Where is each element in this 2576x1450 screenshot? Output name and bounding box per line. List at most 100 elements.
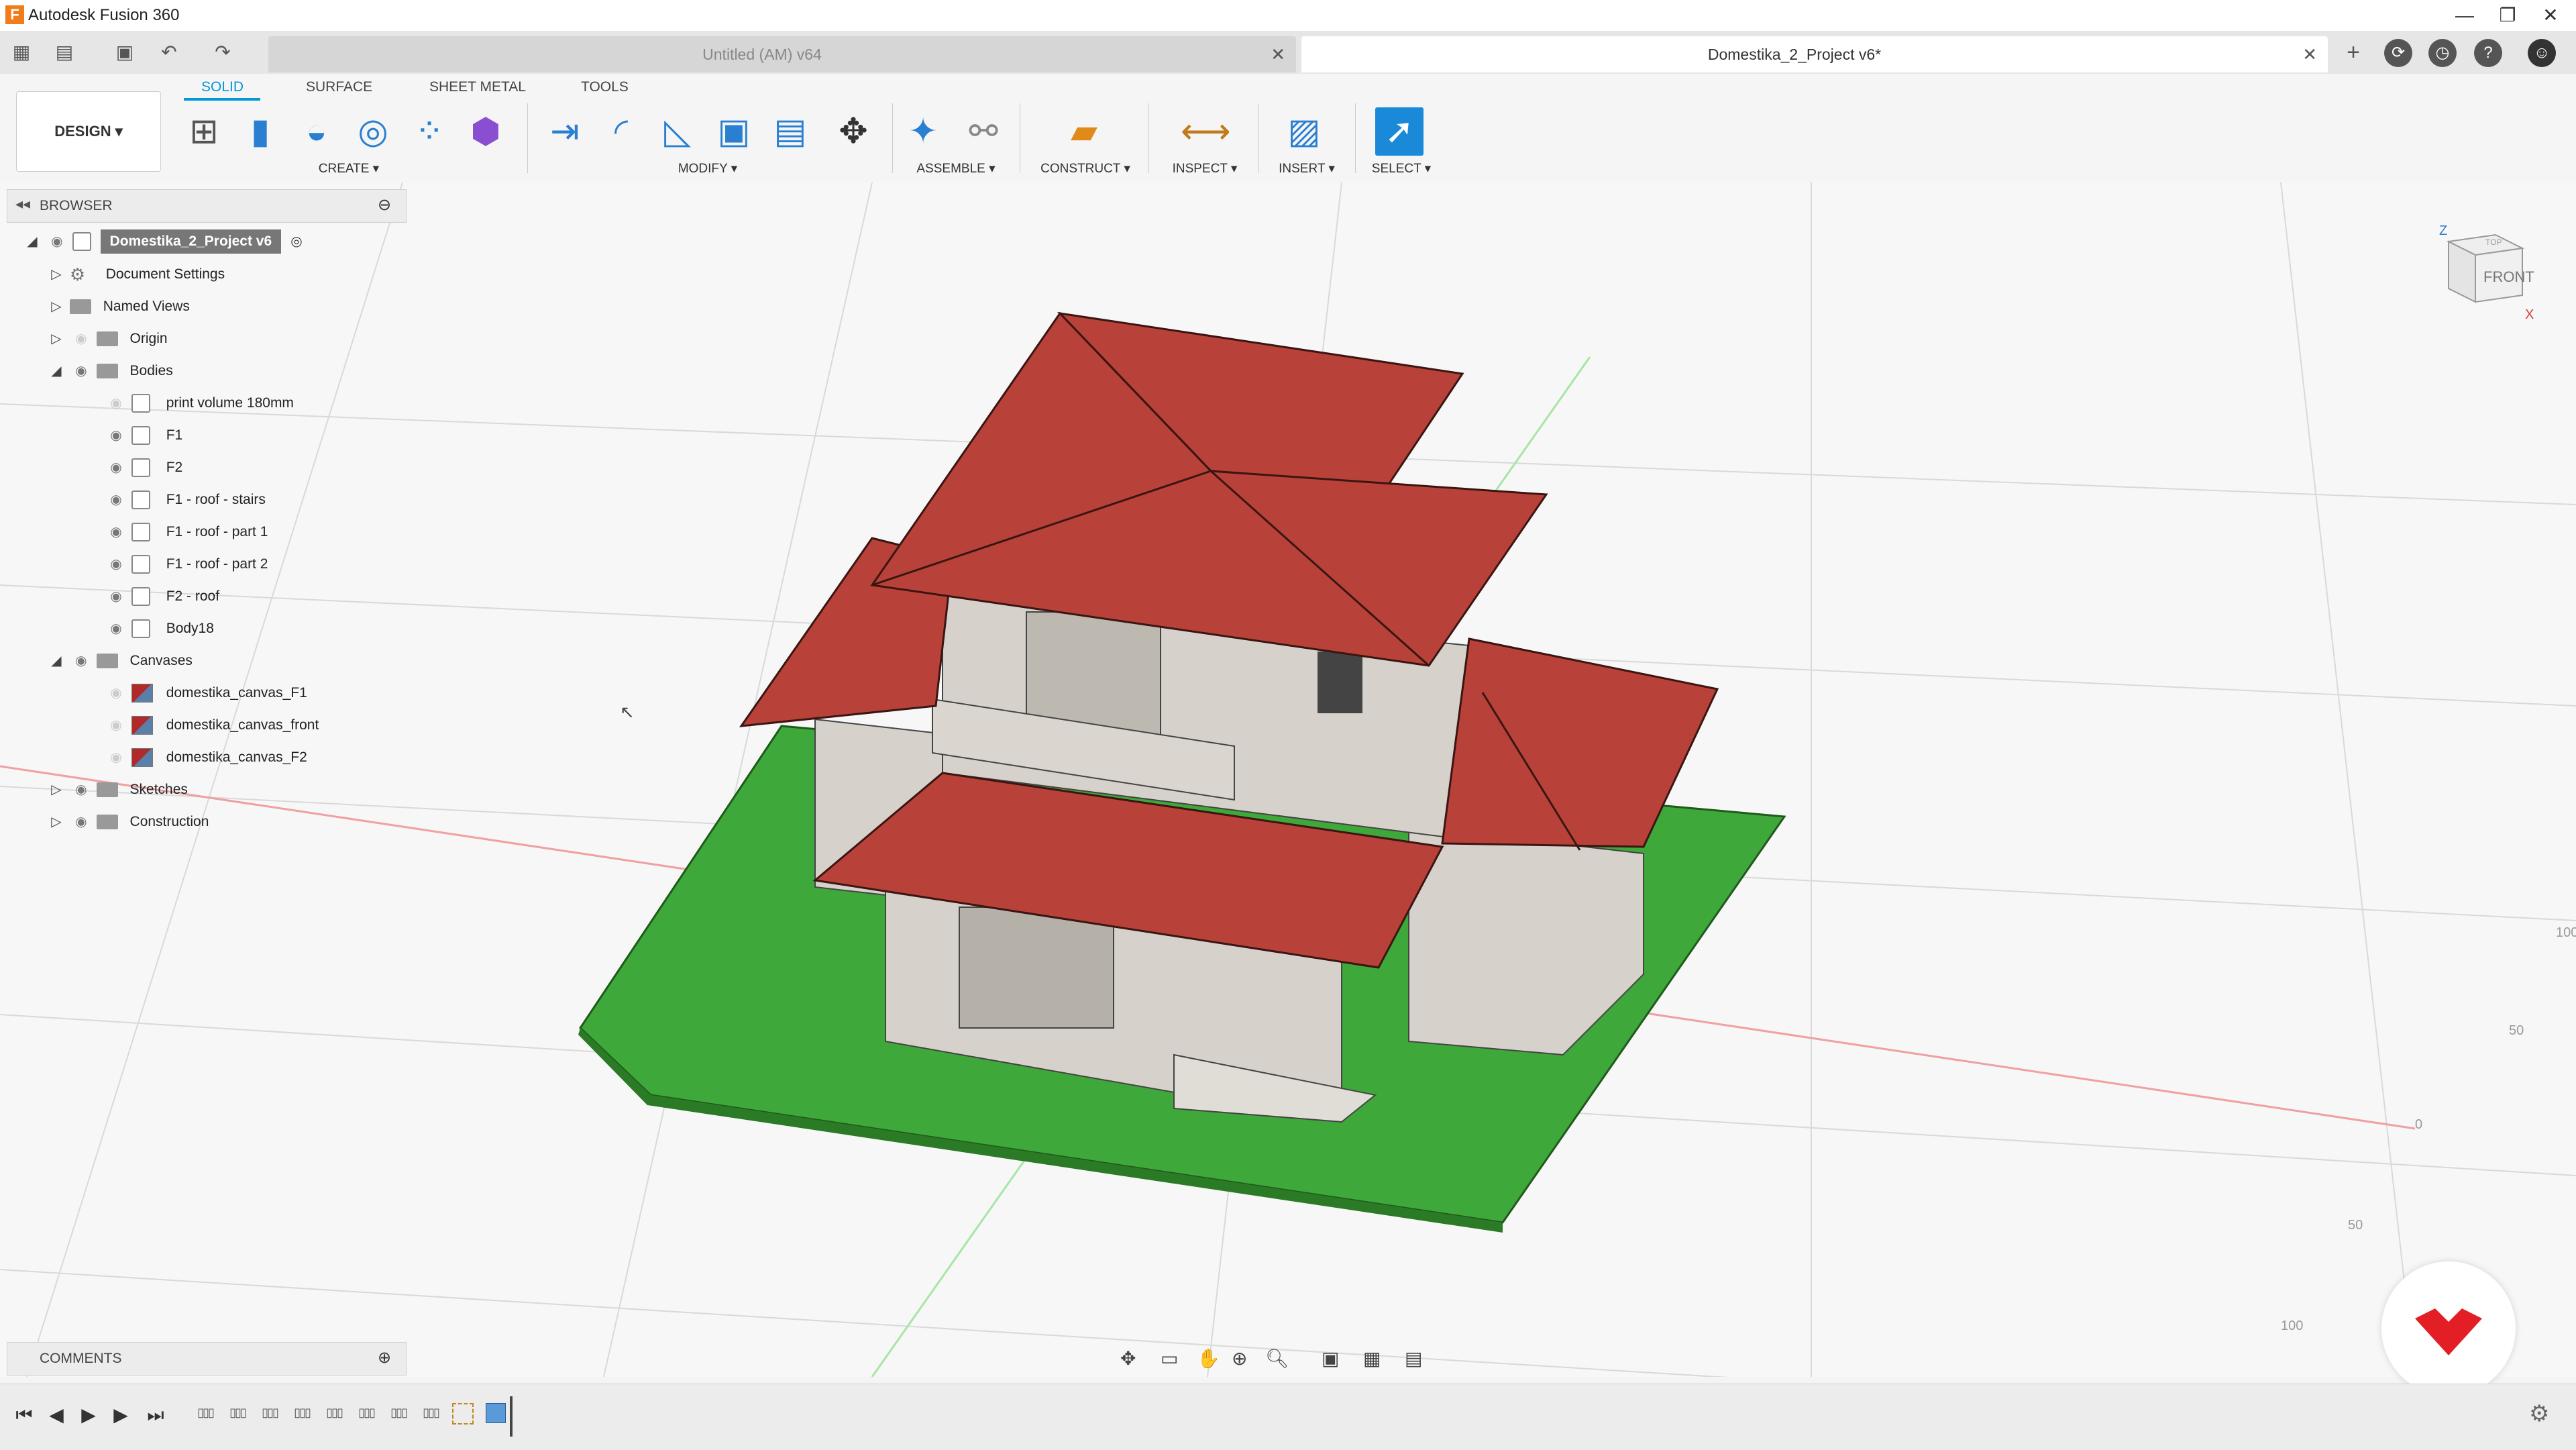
extensions-icon[interactable]: ⟳	[2384, 39, 2412, 67]
close-window-button[interactable]: ✕	[2530, 3, 2571, 28]
visibility-eye-icon[interactable]: ◉	[70, 807, 93, 837]
zoom-icon[interactable]: ⊕	[1232, 1342, 1247, 1376]
user-avatar[interactable]: ☺	[2528, 39, 2556, 67]
minimize-button[interactable]: —	[2445, 3, 2485, 28]
fit-icon[interactable]: 🔍︎	[1265, 1342, 1289, 1376]
create-menu[interactable]: CREATE ▾	[302, 161, 396, 176]
canvas-item[interactable]: ◉ domestika_canvas_front	[105, 711, 319, 740]
expand-triangle-icon[interactable]: ▷	[47, 807, 66, 837]
data-panel-grid-icon[interactable]: ▦	[7, 38, 36, 67]
orbit-icon[interactable]: ✥	[1120, 1342, 1136, 1376]
display-settings-icon[interactable]: ▣	[1322, 1342, 1339, 1376]
timeline-canvas-icon[interactable]	[486, 1403, 506, 1423]
view-cube[interactable]: TOP FRONT Z X	[2435, 215, 2536, 322]
tab-domestika-project[interactable]: Domestika_2_Project v6* ✕	[1301, 36, 2328, 72]
collapse-triangle-icon[interactable]: ◢	[47, 646, 66, 676]
new-tab-icon[interactable]: +	[2339, 38, 2368, 67]
redo-icon[interactable]: ↷	[208, 38, 237, 67]
timeline-marker[interactable]	[510, 1396, 513, 1437]
file-menu-icon[interactable]: ▤	[50, 38, 79, 67]
visibility-eye-icon[interactable]: ◉	[105, 678, 127, 708]
pan-icon[interactable]: ✋	[1197, 1342, 1220, 1376]
go-to-end-icon[interactable]: ⏭	[141, 1400, 170, 1430]
expand-triangle-icon[interactable]: ▷	[47, 260, 66, 289]
revolve-icon[interactable]: ◒	[292, 107, 341, 156]
tab-sheet-metal[interactable]: SHEET METAL	[429, 79, 526, 95]
browser-panel-header[interactable]: ◂◂ BROWSER ⊖	[7, 189, 407, 223]
tab-solid[interactable]: SOLID	[201, 79, 244, 95]
body-item[interactable]: ◉ print volume 180mm	[105, 389, 294, 418]
timeline-settings-gear-icon[interactable]: ⚙	[2529, 1400, 2549, 1427]
insert-menu[interactable]: INSERT ▾	[1261, 161, 1352, 176]
job-status-icon[interactable]: ◷	[2428, 39, 2457, 67]
visibility-eye-icon[interactable]: ◉	[105, 614, 127, 643]
timeline-feature[interactable]: ▯▯▯	[256, 1404, 283, 1420]
timeline-feature[interactable]: ▯▯▯	[288, 1404, 315, 1420]
insert-image-icon[interactable]: ▨	[1280, 107, 1328, 156]
joint-icon[interactable]: ⚯	[959, 107, 1008, 156]
timeline-sketch-icon[interactable]	[452, 1403, 474, 1425]
timeline-feature[interactable]: ▯▯▯	[353, 1404, 380, 1420]
browser-item-sketches[interactable]: ▷ ◉ Sketches	[47, 775, 188, 805]
visibility-eye-icon[interactable]: ◉	[105, 550, 127, 579]
visibility-eye-icon[interactable]: ◉	[70, 356, 93, 386]
browser-item-named-views[interactable]: ▷ Named Views	[47, 292, 190, 321]
save-icon[interactable]: ▣	[110, 38, 140, 67]
restore-button[interactable]: ❐	[2487, 3, 2528, 28]
new-component-icon[interactable]: ✦	[899, 107, 947, 156]
visibility-eye-icon[interactable]: ◉	[105, 582, 127, 611]
visibility-eye-icon[interactable]: ◉	[105, 743, 127, 772]
body-item[interactable]: ◉ F2 - roof	[105, 582, 219, 611]
timeline-feature[interactable]: ▯▯▯	[385, 1404, 412, 1420]
expand-triangle-icon[interactable]: ▷	[47, 775, 66, 805]
visibility-eye-icon[interactable]: ◉	[105, 485, 127, 515]
help-icon[interactable]: ?	[2474, 39, 2502, 67]
step-forward-icon[interactable]: ▶	[106, 1400, 136, 1430]
tab-tools[interactable]: TOOLS	[581, 79, 629, 95]
offset-plane-icon[interactable]: ▰	[1060, 107, 1108, 156]
play-icon[interactable]: ▶	[74, 1400, 103, 1430]
timeline-feature[interactable]: ▯▯▯	[224, 1404, 251, 1420]
add-comment-icon[interactable]: ⊕	[378, 1348, 391, 1367]
browser-item-construction[interactable]: ▷ ◉ Construction	[47, 807, 209, 837]
visibility-eye-icon[interactable]: ◉	[105, 421, 127, 450]
visibility-eye-icon[interactable]: ◉	[46, 227, 68, 256]
body-item[interactable]: ◉ F1 - roof - stairs	[105, 485, 266, 515]
activate-radio-icon[interactable]: ◎	[285, 227, 308, 256]
canvas-item[interactable]: ◉ domestika_canvas_F1	[105, 678, 307, 708]
shell-icon[interactable]: ▣	[710, 107, 758, 156]
close-tab-icon[interactable]: ✕	[2302, 36, 2317, 72]
3d-viewport[interactable]: 100 50 0 50 100	[0, 183, 2576, 1377]
visibility-eye-icon[interactable]: ◉	[70, 775, 93, 805]
body-item[interactable]: ◉ F1 - roof - part 2	[105, 550, 268, 579]
visibility-eye-icon[interactable]: ◉	[105, 711, 127, 740]
comments-panel-header[interactable]: COMMENTS ⊕	[7, 1342, 407, 1376]
body-item[interactable]: ◉ F1 - roof - part 1	[105, 517, 268, 547]
grid-settings-icon[interactable]: ▦	[1363, 1342, 1381, 1376]
browser-item-document-settings[interactable]: ▷ ⚙ Document Settings	[47, 260, 225, 289]
expand-triangle-icon[interactable]: ▷	[47, 292, 66, 321]
form-icon[interactable]: ⬢	[462, 107, 510, 156]
select-menu[interactable]: SELECT ▾	[1359, 161, 1444, 176]
browser-root-item[interactable]: ◢ ◉ Domestika_2_Project v6 ◎	[23, 227, 308, 256]
collapse-browser-icon[interactable]: ◂◂	[15, 195, 30, 213]
visibility-eye-icon[interactable]: ◉	[105, 453, 127, 482]
browser-item-origin[interactable]: ▷ ◉ Origin	[47, 324, 168, 354]
extrude-icon[interactable]: ▮	[236, 107, 284, 156]
inspect-menu[interactable]: INSPECT ▾	[1154, 161, 1256, 176]
construct-menu[interactable]: CONSTRUCT ▾	[1026, 161, 1144, 176]
close-tab-icon[interactable]: ✕	[1271, 36, 1285, 72]
create-sketch-icon[interactable]: ⊞	[180, 107, 228, 156]
move-icon[interactable]: ✥	[829, 107, 877, 156]
modify-menu[interactable]: MODIFY ▾	[657, 161, 758, 176]
canvas-item[interactable]: ◉ domestika_canvas_F2	[105, 743, 307, 772]
browser-item-bodies[interactable]: ◢ ◉ Bodies	[47, 356, 173, 386]
tab-surface[interactable]: SURFACE	[306, 79, 372, 95]
visibility-eye-icon[interactable]: ◉	[70, 646, 93, 676]
go-to-start-icon[interactable]: ⏮	[9, 1400, 39, 1430]
press-pull-icon[interactable]: ⇥	[541, 107, 589, 156]
visibility-eye-icon[interactable]: ◉	[70, 324, 93, 354]
pattern-icon[interactable]: ⁘	[405, 107, 453, 156]
body-item[interactable]: ◉ F2	[105, 453, 182, 482]
timeline-feature[interactable]: ▯▯▯	[321, 1404, 347, 1420]
